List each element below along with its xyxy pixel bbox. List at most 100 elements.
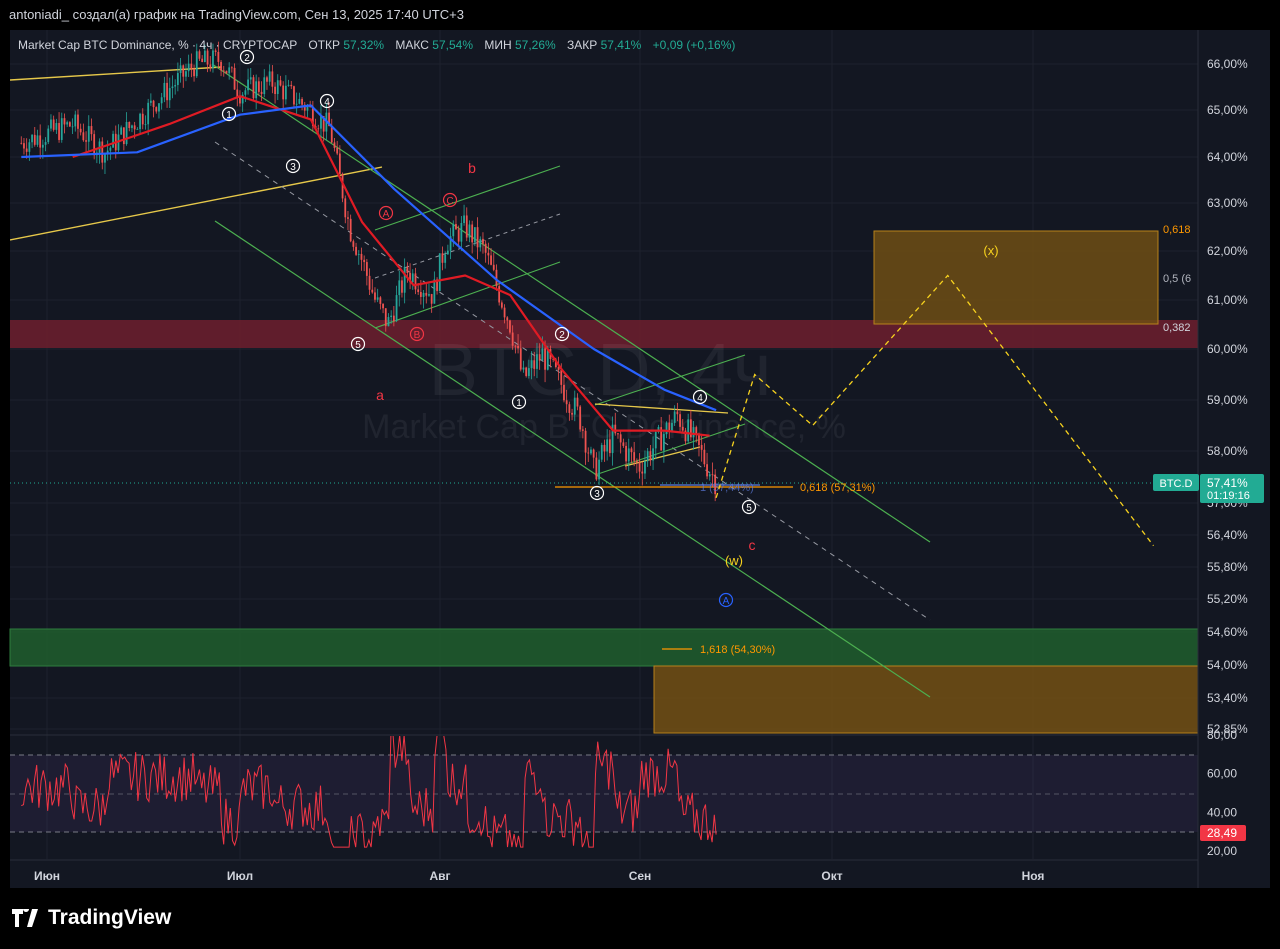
price-candle bbox=[465, 207, 468, 242]
price-candle bbox=[498, 281, 501, 306]
tradingview-logo[interactable]: TradingView bbox=[12, 906, 171, 930]
price-candle bbox=[257, 77, 260, 96]
price-candle bbox=[104, 152, 106, 175]
wave-label-4-top: 4 bbox=[324, 97, 330, 108]
price-candle bbox=[120, 125, 123, 135]
price-candle bbox=[166, 72, 168, 108]
price-candle bbox=[247, 68, 249, 95]
price-candle bbox=[85, 131, 87, 152]
price-candle bbox=[39, 124, 42, 159]
price-candle bbox=[220, 60, 222, 77]
price-candle bbox=[174, 79, 177, 95]
price-candle bbox=[298, 92, 301, 105]
price-candle bbox=[449, 227, 452, 260]
fib-0382-label: 0,382 bbox=[1163, 322, 1191, 334]
wave-label-C-red: C bbox=[446, 196, 453, 207]
legend-open-label: ОТКР bbox=[308, 38, 340, 52]
price-candle bbox=[471, 220, 474, 254]
fib-05-label: 0,5 (6 bbox=[1163, 273, 1191, 285]
price-candle bbox=[371, 279, 374, 294]
support-green-zone bbox=[9, 628, 1199, 667]
chart-canvas[interactable]: BTC.D, 4ч Market Cap BTC Dominance, % 2 bbox=[0, 0, 1280, 888]
price-candle bbox=[201, 55, 204, 63]
price-candle bbox=[446, 244, 449, 255]
price-candle bbox=[98, 138, 101, 164]
price-candle bbox=[398, 270, 401, 307]
price-candle bbox=[87, 115, 90, 152]
price-candle bbox=[23, 137, 25, 155]
price-candle bbox=[252, 74, 255, 100]
fib-1-label: 1 (57,44%) bbox=[700, 482, 754, 494]
rsi-axis-label: 60,00 bbox=[1207, 767, 1237, 781]
price-axis-label: 64,00% bbox=[1207, 150, 1248, 164]
price-candle bbox=[50, 114, 52, 132]
time-axis-label: Сен bbox=[629, 869, 652, 883]
wave-label-A-blue: A bbox=[723, 596, 730, 607]
tradingview-logo-icon bbox=[12, 909, 38, 927]
price-candle bbox=[487, 242, 490, 265]
price-candle bbox=[185, 63, 187, 82]
price-candle bbox=[71, 118, 74, 135]
trendline-yellow-top bbox=[10, 66, 223, 81]
price-axis-label: 54,00% bbox=[1207, 658, 1248, 672]
price-candle bbox=[592, 448, 595, 469]
price-candle bbox=[706, 452, 708, 480]
price-candle bbox=[239, 90, 241, 107]
price-badge-countdown: 01:19:16 bbox=[1207, 490, 1250, 502]
price-candle bbox=[263, 69, 266, 98]
price-candle bbox=[31, 133, 33, 149]
price-candle bbox=[333, 138, 336, 152]
price-candle bbox=[433, 271, 436, 304]
price-candle bbox=[182, 64, 185, 88]
price-axis-label: 65,00% bbox=[1207, 103, 1248, 117]
price-candle bbox=[79, 123, 82, 136]
price-candle bbox=[703, 443, 706, 468]
price-axis-label: 63,00% bbox=[1207, 196, 1248, 210]
price-candle bbox=[230, 66, 233, 73]
channel-green-lower bbox=[214, 220, 931, 698]
price-candle bbox=[301, 97, 303, 111]
footer bbox=[0, 888, 1280, 949]
price-candle bbox=[68, 121, 71, 127]
price-candle bbox=[662, 430, 665, 463]
price-axis-label: 54,60% bbox=[1207, 625, 1248, 639]
time-axis-label: Авг bbox=[429, 869, 450, 883]
price-candle bbox=[287, 79, 290, 87]
legend-open-value: 57,32% bbox=[343, 38, 384, 52]
price-axis[interactable]: 66,00% 65,00% 64,00% 63,00% 62,00% 61,00% 60,0… bbox=[1207, 57, 1248, 736]
price-candle bbox=[241, 92, 244, 112]
price-candle bbox=[495, 264, 498, 291]
price-candle bbox=[163, 76, 166, 103]
legend-symbol: Market Cap BTC Dominance, % · 4ч · CRYPT… bbox=[18, 38, 297, 52]
wave-label-2-low: 2 bbox=[559, 330, 565, 341]
price-candle bbox=[52, 115, 55, 132]
price-candle bbox=[368, 268, 371, 296]
price-candle bbox=[60, 112, 63, 143]
price-candle bbox=[136, 127, 139, 130]
time-axis-label: Ноя bbox=[1022, 869, 1045, 883]
chart-legend: Market Cap BTC Dominance, % · 4ч · CRYPT… bbox=[18, 38, 735, 52]
price-candle bbox=[403, 258, 406, 304]
price-candle bbox=[595, 452, 598, 481]
price-candle bbox=[228, 62, 231, 80]
price-candle bbox=[244, 87, 247, 102]
price-candle bbox=[125, 112, 128, 146]
price-axis-label: 53,40% bbox=[1207, 691, 1248, 705]
price-candle bbox=[149, 93, 152, 106]
price-candle bbox=[77, 109, 79, 139]
price-candle bbox=[255, 74, 258, 110]
fib-1618-label: 1,618 (54,30%) bbox=[700, 644, 775, 656]
price-candle bbox=[698, 432, 700, 457]
price-candle bbox=[58, 112, 60, 143]
price-candle bbox=[355, 242, 357, 257]
price-candle bbox=[438, 253, 441, 292]
price-axis-label: 66,00% bbox=[1207, 57, 1248, 71]
rsi-badge-value: 28,49 bbox=[1207, 826, 1237, 840]
price-candle bbox=[152, 99, 155, 118]
price-candle bbox=[303, 101, 306, 117]
wave-label-5-top: 5 bbox=[355, 340, 361, 351]
time-axis[interactable]: Июн Июл Авг Сен Окт Ноя bbox=[34, 869, 1044, 883]
price-candle bbox=[430, 293, 433, 313]
price-candle bbox=[249, 68, 252, 85]
price-candle bbox=[579, 405, 582, 432]
